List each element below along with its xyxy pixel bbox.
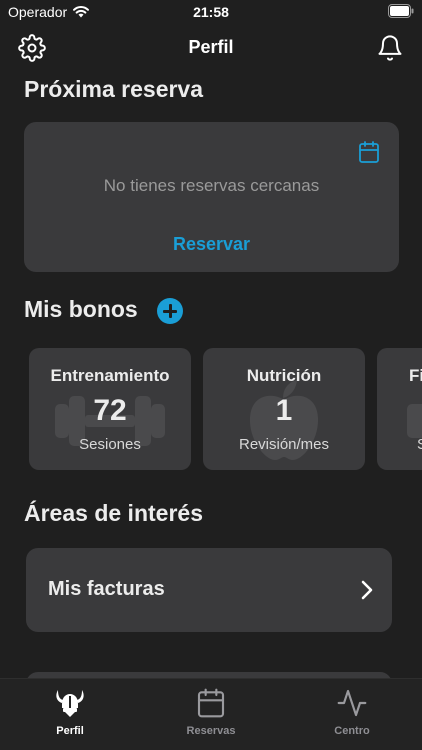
section-title-proxima-reserva: Próxima reserva xyxy=(24,76,204,102)
area-label: Mis facturas xyxy=(48,578,165,600)
bono-card-entrenamiento[interactable]: Entrenamiento 72 Sesiones xyxy=(29,348,191,470)
tab-label: Centro xyxy=(334,725,370,737)
bono-title: Entrenamiento xyxy=(50,366,170,385)
viking-helmet-icon xyxy=(56,690,84,717)
add-bono-button[interactable] xyxy=(157,298,183,324)
tab-reservas[interactable]: Reservas xyxy=(141,679,281,750)
bell-icon[interactable] xyxy=(376,34,404,62)
tab-label: Perfil xyxy=(56,725,84,737)
battery-icon xyxy=(388,4,414,18)
profile-screen: Operador 21:58 Perfil Próxima reserva No… xyxy=(0,0,422,750)
no-reservations-text: No tienes reservas cercanas xyxy=(103,176,320,195)
mis-facturas-row[interactable]: Mis facturas xyxy=(26,548,392,632)
calendar-icon xyxy=(197,688,225,718)
reservar-button[interactable]: Reservar xyxy=(24,234,399,255)
bono-title: Fi xyxy=(409,366,422,385)
tab-bar: Perfil Reservas Centro xyxy=(0,678,422,750)
bono-value: 1 xyxy=(275,394,293,427)
tab-perfil[interactable]: Perfil xyxy=(0,679,140,750)
activity-icon xyxy=(337,689,367,717)
clock-time: 21:58 xyxy=(193,4,229,20)
bono-unit: S xyxy=(377,436,422,453)
reserva-card: No tienes reservas cercanas Reservar xyxy=(24,122,399,272)
tab-label: Reservas xyxy=(186,725,236,737)
bono-unit: Sesiones xyxy=(79,436,141,453)
bono-title: Nutrición xyxy=(246,366,322,385)
bono-card-partial[interactable]: Fi S xyxy=(377,348,422,470)
nav-bar: Perfil xyxy=(0,30,422,66)
tab-centro[interactable]: Centro xyxy=(282,679,422,750)
chevron-right-icon xyxy=(361,580,373,600)
section-title-mis-bonos: Mis bonos xyxy=(24,296,138,322)
bono-value: 72 xyxy=(93,394,127,427)
page-title: Perfil xyxy=(188,37,234,57)
status-bar: Operador 21:58 xyxy=(0,0,422,26)
bono-unit: Revisión/mes xyxy=(238,436,330,453)
calendar-icon[interactable] xyxy=(357,140,381,164)
section-title-areas: Áreas de interés xyxy=(24,500,203,526)
bono-card-nutricion[interactable]: Nutrición 1 Revisión/mes xyxy=(203,348,365,470)
